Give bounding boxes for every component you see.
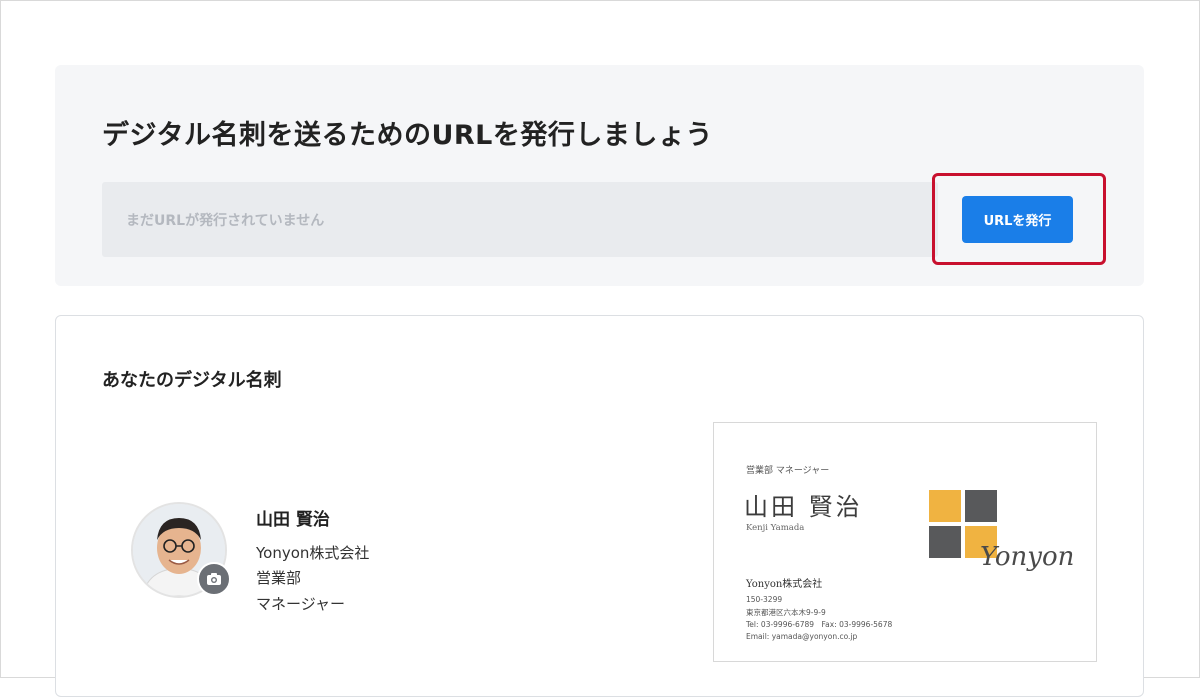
card-tel-fax: Tel: 03-9996-6789 Fax: 03-9996-5678 [746,620,893,629]
camera-icon [207,573,221,585]
card-email: Email: yamada@yonyon.co.jp [746,632,858,641]
logo-square [929,526,961,558]
logo-square [965,490,997,522]
digital-card-heading: あなたのデジタル名刺 [102,370,282,391]
company-logo-text: Yonyon [980,542,1075,572]
card-company: Yonyon株式会社 [746,579,823,590]
url-panel-title: デジタル名刺を送るためのURLを発行しましょう [102,120,713,151]
business-card-preview[interactable]: 営業部 マネージャー 山田 賢治 Kenji Yamada Yonyon Yon… [713,422,1097,662]
card-romaji: Kenji Yamada [746,523,805,533]
url-field-placeholder: まだURLが発行されていません [126,212,325,229]
card-name: 山田 賢治 [744,493,863,521]
profile-name: 山田 賢治 [256,510,330,530]
card-postal: 150-3299 [746,595,783,604]
url-issue-panel: デジタル名刺を送るためのURLを発行しましょう まだURLが発行されていません … [55,65,1144,286]
profile-company: Yonyon株式会社 [256,544,370,562]
card-title: 営業部 マネージャー [746,466,830,476]
profile-avatar-wrapper [131,502,231,598]
logo-square [929,490,961,522]
change-photo-button[interactable] [197,562,231,596]
digital-card-panel: あなたのデジタル名刺 山田 賢治 Yonyon株式会社 営業部 マネージャー 営… [55,315,1144,697]
profile-department: 営業部 [256,569,302,587]
card-address: 東京都港区六本木9-9-9 [746,608,826,617]
profile-position: マネージャー [256,595,345,613]
issue-url-button[interactable]: URLを発行 [962,196,1073,243]
issued-url-field[interactable]: まだURLが発行されていません [102,182,938,257]
